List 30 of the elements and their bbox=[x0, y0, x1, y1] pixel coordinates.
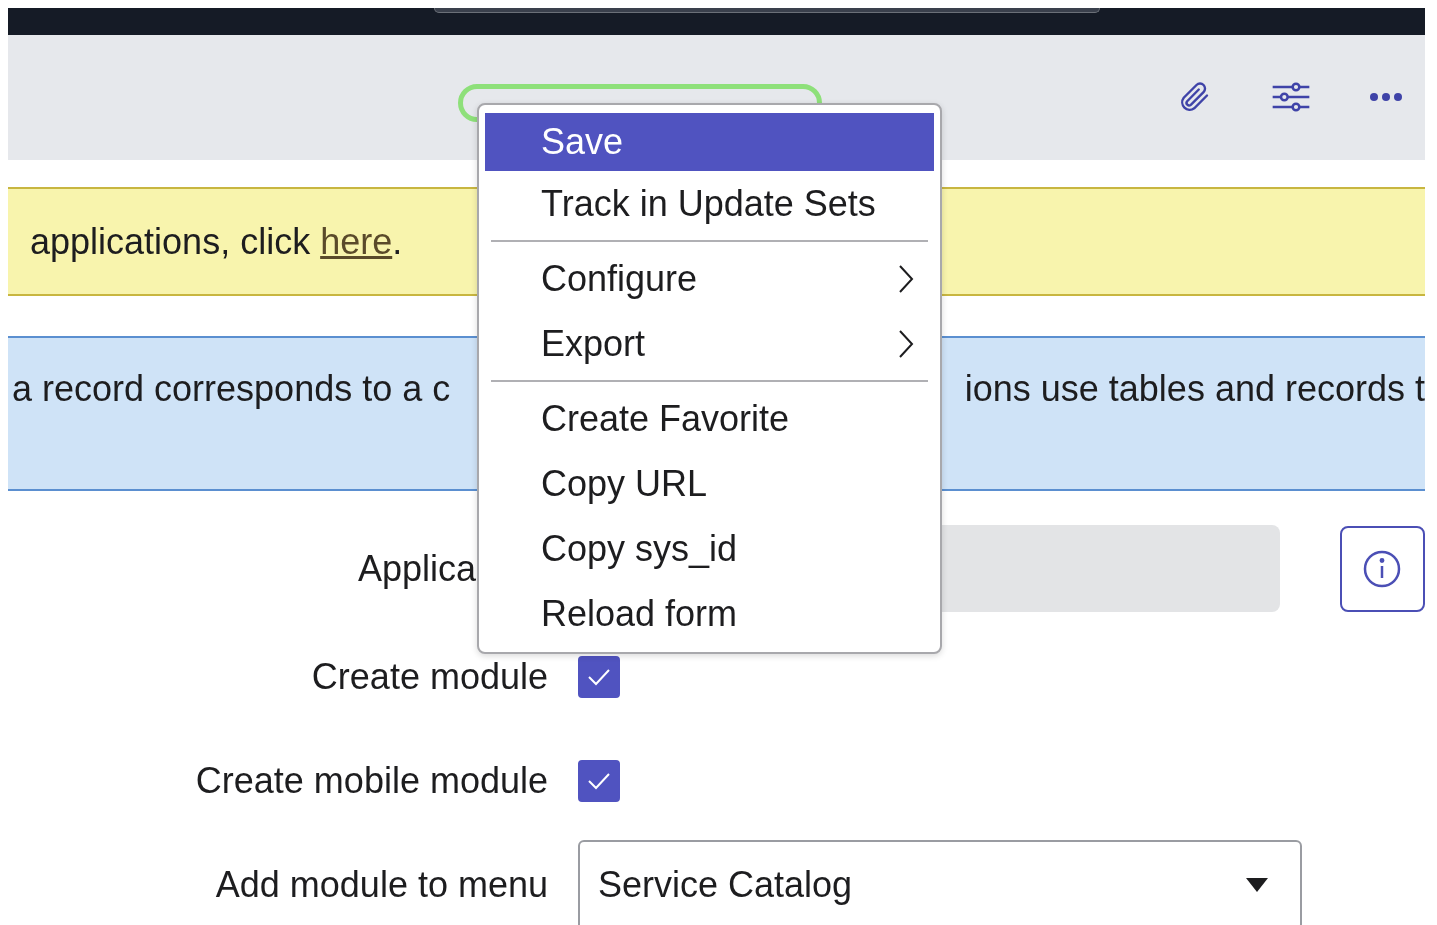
info-text: ions use tables and records t bbox=[964, 368, 1425, 410]
checkbox[interactable] bbox=[578, 656, 620, 698]
check-icon bbox=[586, 667, 612, 687]
menu-item[interactable]: Save bbox=[485, 113, 934, 171]
checkbox[interactable] bbox=[578, 760, 620, 802]
menu-item[interactable]: Copy URL bbox=[485, 451, 934, 516]
menu-item[interactable]: Export bbox=[485, 311, 934, 376]
chevron-right-icon bbox=[898, 263, 914, 294]
info-text: a record corresponds to a c bbox=[12, 368, 451, 410]
personalize-button[interactable] bbox=[1271, 79, 1311, 114]
menu-item[interactable]: Copy sys_id bbox=[485, 516, 934, 581]
field-label: Add module to menu bbox=[214, 864, 548, 906]
field-label: Applica bbox=[356, 547, 477, 590]
notice-text: applications, click here. bbox=[30, 220, 403, 263]
menu-item[interactable]: Create Favorite bbox=[485, 386, 934, 451]
menu-select[interactable]: Service Catalog bbox=[578, 840, 1302, 925]
info-button[interactable] bbox=[1339, 525, 1425, 612]
menu-item[interactable]: Track in Update Sets bbox=[485, 171, 934, 236]
menu-item[interactable]: Configure bbox=[485, 246, 934, 311]
chevron-right-icon bbox=[898, 328, 914, 359]
field-label: Create module bbox=[310, 656, 548, 698]
field-label: Create mobile module bbox=[194, 760, 548, 802]
more-button[interactable] bbox=[1369, 91, 1403, 102]
info-icon bbox=[1362, 548, 1403, 589]
caret-icon bbox=[1246, 878, 1268, 892]
here-link[interactable]: here bbox=[320, 220, 393, 262]
menu-item[interactable]: Reload form bbox=[485, 581, 934, 646]
sliders-icon bbox=[1271, 79, 1311, 114]
check-icon bbox=[586, 771, 612, 791]
more-icon bbox=[1369, 91, 1403, 102]
